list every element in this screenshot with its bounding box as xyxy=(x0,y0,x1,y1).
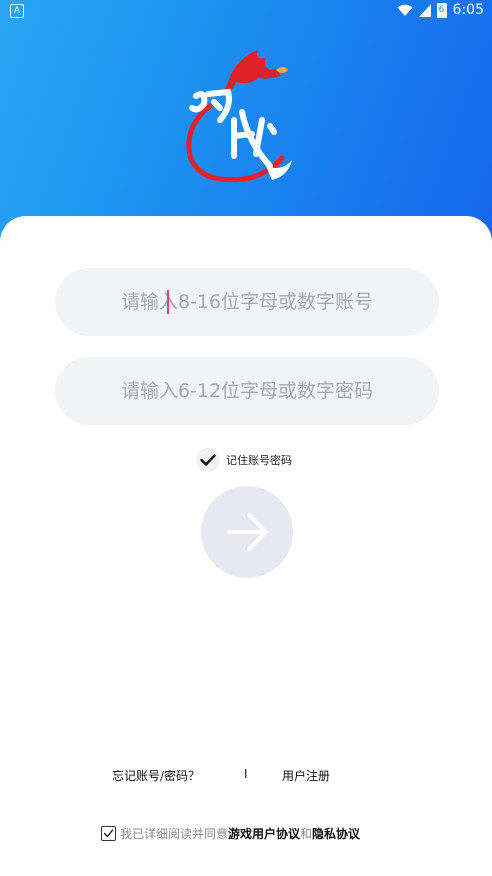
signal-icon xyxy=(418,3,431,17)
login-button[interactable] xyxy=(201,486,293,578)
wifi-icon xyxy=(397,4,413,16)
agreement-check-icon xyxy=(103,828,114,837)
forgot-password-link[interactable]: 忘记账号/密码？ xyxy=(112,767,200,784)
remember-checkbox[interactable] xyxy=(196,448,220,472)
password-input[interactable] xyxy=(55,357,439,425)
register-link[interactable]: 用户注册 xyxy=(282,767,330,784)
account-field[interactable] xyxy=(55,268,439,336)
text-cursor xyxy=(167,290,169,314)
status-bar: A 6 6:05 xyxy=(0,0,492,24)
agreement-prefix: 我已详细阅读并同意 xyxy=(120,826,229,841)
checkmark-icon xyxy=(200,454,216,466)
agreement-checkbox[interactable] xyxy=(101,825,116,841)
status-icons: 6 6:05 xyxy=(397,2,484,18)
remember-toggle[interactable]: 记住账号密码 xyxy=(196,448,292,472)
password-field[interactable] xyxy=(55,357,439,425)
remember-label: 记住账号密码 xyxy=(226,454,292,467)
agreement-conjunction: 和 xyxy=(300,826,313,841)
battery-icon: 6 xyxy=(436,2,447,18)
account-input[interactable] xyxy=(55,268,439,336)
agreement-row: 我已详细阅读并同意 游戏用户协议 和 隐私协议 xyxy=(101,824,360,842)
app-logo xyxy=(186,50,292,183)
link-divider: I xyxy=(244,767,248,781)
privacy-policy-link[interactable]: 隐私协议 xyxy=(312,825,360,842)
account-links: 忘记账号/密码？ I 用户注册 xyxy=(0,767,492,787)
status-time: 6:05 xyxy=(452,2,484,18)
user-agreement-link[interactable]: 游戏用户协议 xyxy=(228,825,300,842)
app-notification-icon: A xyxy=(10,4,24,18)
arrow-right-icon xyxy=(227,513,268,551)
